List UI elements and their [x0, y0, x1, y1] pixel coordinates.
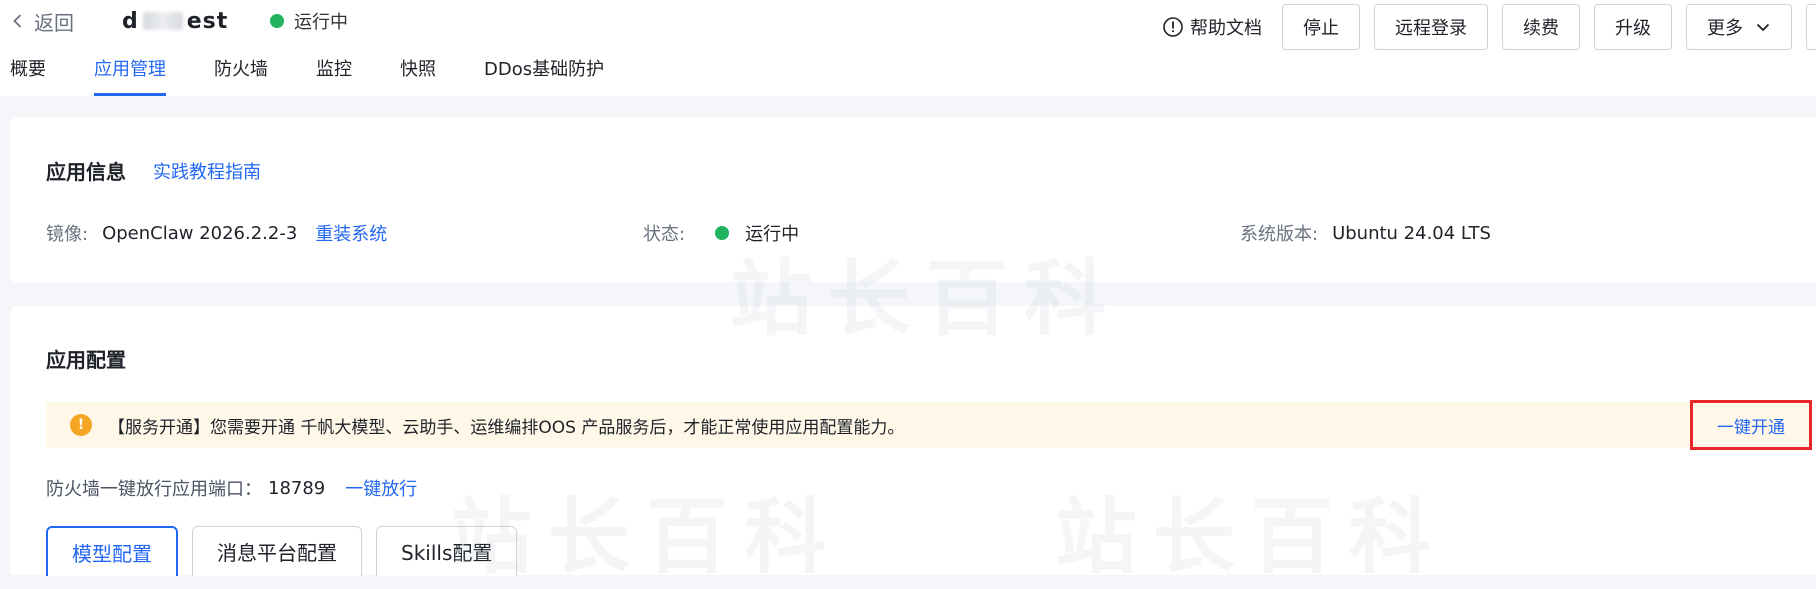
- firewall-port: 18789: [268, 477, 326, 499]
- back-label: 返回: [34, 10, 74, 35]
- firewall-row: 防火墙一键放行应用端口： 18789 一键放行: [46, 475, 417, 501]
- instance-name: d est: [122, 4, 228, 38]
- tab-firewall[interactable]: 防火墙: [214, 50, 268, 96]
- redacted-mask: [142, 12, 183, 30]
- status-info: 状态: 运行中: [643, 220, 799, 246]
- chevron-down-icon: [1756, 23, 1770, 32]
- instance-status: 运行中: [270, 4, 348, 38]
- top-bar: 返回 d est 运行中 帮助文档 停止 远程登录 续费 升级 更多 概要 应用…: [0, 0, 1816, 96]
- app-info-card: [10, 117, 1816, 282]
- instance-name-prefix: d: [122, 8, 139, 34]
- alert-text: 【服务开通】您需要开通 千帆大模型、云助手、运维编排OOS 产品服务后，才能正常…: [108, 417, 905, 438]
- overflow-button-edge[interactable]: [1806, 4, 1816, 50]
- os-value: Ubuntu 24.04 LTS: [1332, 222, 1491, 244]
- stop-button[interactable]: 停止: [1282, 4, 1360, 50]
- upgrade-button[interactable]: 升级: [1594, 4, 1672, 50]
- app-config-title: 应用配置: [46, 348, 126, 372]
- status-label: 状态:: [643, 224, 686, 245]
- one-click-allow-link[interactable]: 一键放行: [345, 475, 417, 501]
- os-info: 系统版本: Ubuntu 24.04 LTS: [1240, 220, 1491, 246]
- os-label: 系统版本:: [1240, 224, 1319, 245]
- tab-monitoring[interactable]: 监控: [316, 50, 352, 96]
- back-button[interactable]: 返回: [10, 4, 74, 38]
- image-value: OpenClaw 2026.2.2-3: [102, 222, 298, 244]
- help-docs-label: 帮助文档: [1190, 18, 1262, 39]
- more-button[interactable]: 更多: [1686, 4, 1792, 50]
- reinstall-link[interactable]: 重装系统: [315, 220, 387, 246]
- status-text: 运行中: [294, 12, 348, 33]
- remote-login-button[interactable]: 远程登录: [1374, 4, 1488, 50]
- status-value: 运行中: [745, 224, 800, 245]
- header-actions: 帮助文档 停止 远程登录 续费 升级 更多: [1162, 4, 1816, 50]
- tab-snapshot[interactable]: 快照: [400, 50, 436, 96]
- subtab-message-platform[interactable]: 消息平台配置: [192, 526, 362, 576]
- one-click-enable-label: 一键开通: [1717, 417, 1785, 438]
- more-label: 更多: [1707, 18, 1743, 39]
- status-dot-icon: [715, 226, 730, 240]
- guide-link[interactable]: 实践教程指南: [153, 158, 261, 184]
- help-docs-link[interactable]: 帮助文档: [1162, 14, 1262, 40]
- warning-icon: !: [70, 414, 92, 436]
- service-alert: ! 【服务开通】您需要开通 千帆大模型、云助手、运维编排OOS 产品服务后，才能…: [46, 402, 1810, 448]
- status-dot-icon: [270, 14, 284, 28]
- tab-overview[interactable]: 概要: [10, 50, 46, 96]
- subtab-model-config[interactable]: 模型配置: [46, 526, 178, 576]
- one-click-enable-button[interactable]: 一键开通: [1690, 400, 1812, 450]
- app-info-title: 应用信息: [46, 160, 126, 184]
- subtab-skills[interactable]: Skills配置: [376, 526, 518, 576]
- chevron-left-icon: [13, 14, 22, 28]
- config-subtabs: 模型配置 消息平台配置 Skills配置: [46, 526, 518, 576]
- instance-name-suffix: est: [186, 8, 229, 34]
- firewall-label: 防火墙一键放行应用端口：: [46, 479, 262, 500]
- tab-ddos[interactable]: DDos基础防护: [484, 50, 604, 96]
- tab-app-management[interactable]: 应用管理: [94, 50, 166, 96]
- image-label: 镜像:: [46, 224, 89, 245]
- alert-circle-icon: [1163, 17, 1183, 37]
- renew-button[interactable]: 续费: [1502, 4, 1580, 50]
- image-info: 镜像: OpenClaw 2026.2.2-3 重装系统: [46, 220, 387, 246]
- main-tabs: 概要 应用管理 防火墙 监控 快照 DDos基础防护: [0, 50, 604, 96]
